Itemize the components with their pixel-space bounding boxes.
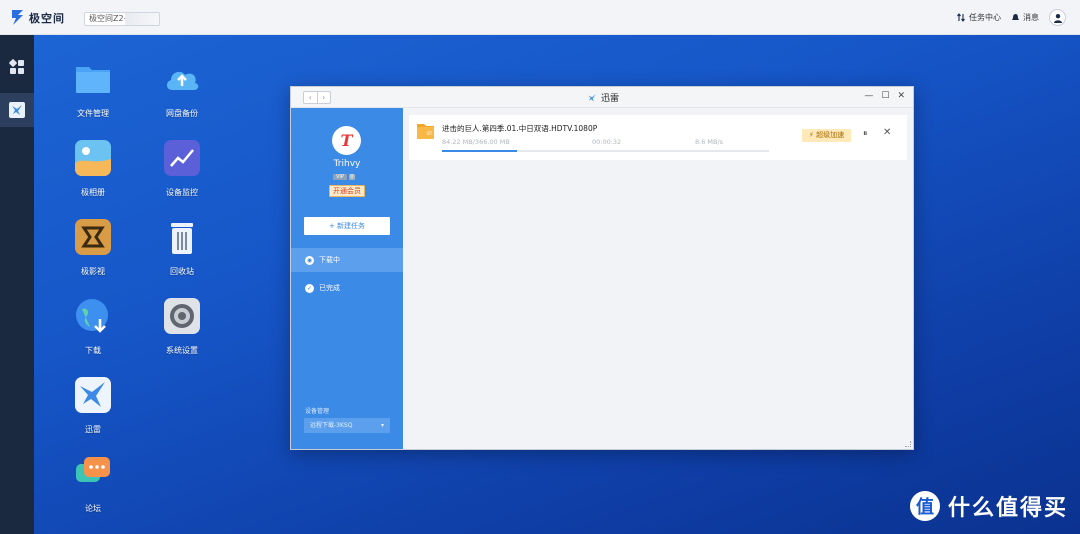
super-speedup-button[interactable]: ⚡ 超级加速 <box>802 129 851 142</box>
desktop-icon-forum[interactable]: 论坛 <box>61 455 125 514</box>
desktop-icon-photos[interactable]: 极相册 <box>61 139 125 198</box>
forward-arrow-icon[interactable]: › <box>318 92 331 103</box>
desktop-icon-system-settings[interactable]: 系统设置 <box>150 297 214 356</box>
task-center-label: 任务中心 <box>969 13 1001 22</box>
top-bar: 极空间 极空间Z2- 任务中心 消息 <box>0 0 1080 35</box>
desktop-icon-recycle-bin[interactable]: 回收站 <box>150 218 214 277</box>
window-titlebar[interactable]: ‹ › 迅雷 — ☐ ✕ <box>291 87 913 108</box>
gear-icon <box>164 298 200 334</box>
nav-buttons: ‹ › <box>303 91 331 104</box>
task-size: 84.22 MB/366.00 MB <box>442 138 510 146</box>
resize-grip[interactable] <box>905 441 911 447</box>
maximize-icon[interactable]: ☐ <box>881 91 889 101</box>
downloading-icon: ◉ <box>305 255 314 265</box>
desktop-icon-device-monitor[interactable]: 设备监控 <box>150 139 214 198</box>
xunlei-window: ‹ › 迅雷 — ☐ ✕ T Trihvy VIP 0 开通会员 + 新建任务 … <box>290 86 914 450</box>
device-name: 极空间Z2- <box>89 14 127 23</box>
desktop-icon-label: 极影视 <box>81 267 105 276</box>
task-center-button[interactable]: 任务中心 <box>957 12 1001 23</box>
task-speed: 8.6 MB/s <box>695 138 724 146</box>
task-progress-bar <box>442 150 769 152</box>
desktop-icon-label: 文件管理 <box>77 109 109 118</box>
xunlei-user-avatar[interactable]: T <box>332 126 361 155</box>
avatar-initial: T <box>340 131 353 150</box>
open-member-button[interactable]: 开通会员 <box>329 185 365 197</box>
messages-button[interactable]: 消息 <box>1011 12 1039 23</box>
cloud-upload-icon <box>166 71 199 90</box>
download-list: BT 进击的巨人.第四季.01.中日双语.HDTV.1080P 84.22 MB… <box>403 108 913 449</box>
messages-label: 消息 <box>1023 13 1039 22</box>
brand-logo: 极空间 <box>10 9 65 26</box>
file-folder-icon: BT <box>417 124 434 139</box>
desktop-icon-label: 设备监控 <box>166 188 198 197</box>
device-select-value: 远程下载-3KSQ <box>310 422 353 429</box>
brand-name: 极空间 <box>29 11 65 25</box>
desktop-icon-label: 下载 <box>85 346 101 355</box>
delete-task-icon[interactable]: ✕ <box>883 127 891 138</box>
download-task-row[interactable]: BT 进击的巨人.第四季.01.中日双语.HDTV.1080P 84.22 MB… <box>409 115 907 160</box>
menu-item-completed[interactable]: ✓ 已完成 <box>291 276 403 300</box>
brand-logo-icon <box>12 10 23 25</box>
app-grid-button[interactable] <box>0 50 34 84</box>
task-file-name: 进击的巨人.第四季.01.中日双语.HDTV.1080P <box>442 124 598 133</box>
window-title: 迅雷 <box>587 91 619 104</box>
xunlei-title-icon <box>588 93 596 102</box>
watermark-text: 什么值得买 <box>948 496 1069 521</box>
desktop-icon-cloud-backup[interactable]: 网盘备份 <box>150 60 214 119</box>
xunlei-icon <box>9 102 25 118</box>
desktop-icon-label: 回收站 <box>170 267 194 276</box>
xunlei-taskbar-button[interactable] <box>0 93 34 127</box>
desktop-icon-label: 论坛 <box>85 504 101 513</box>
device-management-label: 设备管理 <box>305 408 330 415</box>
video-icon <box>75 219 111 255</box>
close-icon[interactable]: ✕ <box>897 91 905 101</box>
lightning-icon: ⚡ <box>808 131 814 139</box>
vip-badge: VIP <box>333 174 347 180</box>
task-center-icon <box>957 13 965 22</box>
app-grid-icon <box>9 59 24 74</box>
xunlei-bird-icon <box>75 377 111 413</box>
new-task-button[interactable]: + 新建任务 <box>304 217 390 235</box>
xunlei-sidebar: T Trihvy VIP 0 开通会员 + 新建任务 ◉ 下载中 ✓ 已完成 设… <box>291 108 403 449</box>
trash-icon <box>171 223 193 254</box>
photos-icon <box>75 140 111 176</box>
device-select[interactable]: 远程下载-3KSQ ▾ <box>304 418 390 433</box>
chat-bubble-icon <box>76 457 110 482</box>
desktop-icon-file-manager[interactable]: 文件管理 <box>61 60 125 119</box>
watermark: 值 什么值得买 <box>910 490 1068 522</box>
user-name: Trihvy <box>333 159 361 169</box>
window-title-text: 迅雷 <box>601 94 620 104</box>
user-avatar-button[interactable] <box>1049 9 1066 26</box>
globe-download-icon <box>76 299 108 333</box>
menu-item-label: 下载中 <box>319 256 340 264</box>
desktop-icon-label: 极相册 <box>81 188 105 197</box>
bell-icon <box>1012 14 1019 21</box>
user-icon <box>1053 13 1062 23</box>
desktop-icon-video[interactable]: 极影视 <box>61 218 125 277</box>
desktop-icon-xunlei[interactable]: 迅雷 <box>61 376 125 435</box>
left-rail <box>0 35 34 534</box>
watermark-logo: 值 <box>910 491 940 521</box>
task-remaining-time: 00:00:32 <box>592 138 622 146</box>
desktop-icon-label: 网盘备份 <box>166 109 198 118</box>
device-name-box[interactable]: 极空间Z2- <box>84 12 160 26</box>
speedup-label: 超级加速 <box>816 131 845 139</box>
desktop-icon-label: 迅雷 <box>85 425 101 434</box>
desktop-icon-download[interactable]: 下载 <box>61 297 125 356</box>
level-badge: 0 <box>348 174 355 180</box>
folder-icon <box>76 67 110 93</box>
pause-icon[interactable]: ⏸ <box>863 129 868 139</box>
task-progress-fill <box>442 150 518 152</box>
chart-monitor-icon <box>164 140 200 176</box>
desktop-icon-label: 系统设置 <box>166 346 198 355</box>
svg-text:BT: BT <box>427 131 433 136</box>
back-arrow-icon[interactable]: ‹ <box>304 92 318 103</box>
check-icon: ✓ <box>305 283 314 293</box>
blurred-region <box>125 13 159 25</box>
menu-item-downloading[interactable]: ◉ 下载中 <box>291 248 403 272</box>
caret-down-icon: ▾ <box>380 422 384 429</box>
minimize-icon[interactable]: — <box>864 91 873 101</box>
menu-item-label: 已完成 <box>319 284 340 292</box>
